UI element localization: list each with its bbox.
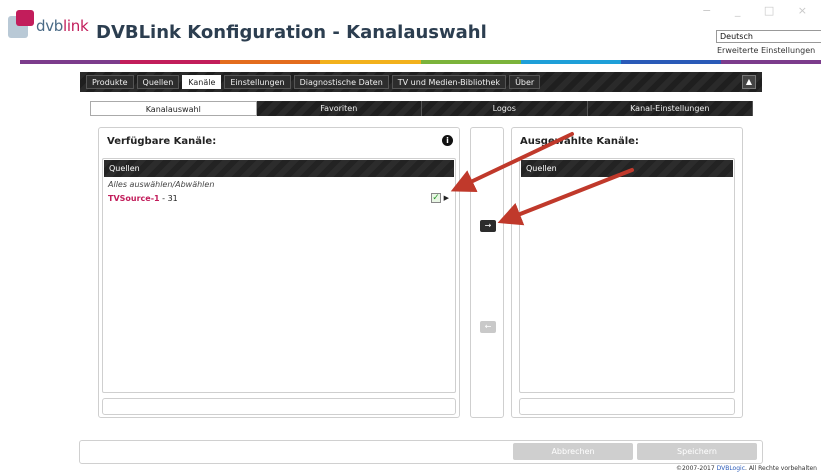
- main-nav: Produkte Quellen Kanäle Einstellungen Di…: [80, 72, 762, 92]
- color-bar-segment: [620, 60, 721, 64]
- tab-favoriten[interactable]: Favoriten: [256, 101, 422, 116]
- color-bar-segment: [20, 60, 121, 64]
- logo-wordmark: dvblink: [36, 17, 89, 35]
- sub-nav: Kanalauswahl Favoriten Logos Kanal-Einst…: [90, 101, 753, 116]
- advanced-settings-link[interactable]: Erweiterte Einstellungen: [717, 46, 815, 55]
- color-bar-segment: [520, 60, 621, 64]
- tab-quellen[interactable]: Quellen: [136, 75, 180, 89]
- select-all-link[interactable]: Alles auswählen/Abwählen: [103, 178, 455, 189]
- page-title: DVBLink Konfiguration - Kanalauswahl: [96, 22, 487, 43]
- tab-tv-medien-bibliothek[interactable]: TV und Medien-Bibliothek: [391, 75, 507, 89]
- tab-ueber[interactable]: Über: [509, 75, 541, 89]
- available-channels-list: Quellen Alles auswählen/Abwählen TVSourc…: [102, 158, 456, 393]
- brand-color-bar: [20, 60, 821, 64]
- checkbox-checked-icon[interactable]: ✓: [431, 193, 441, 203]
- language-select[interactable]: Deutsch: [716, 30, 821, 43]
- right-filter-field[interactable]: [519, 398, 735, 415]
- cancel-button[interactable]: Abbrechen: [513, 443, 633, 460]
- tab-produkte[interactable]: Produkte: [86, 75, 134, 89]
- window-controls[interactable]: − _ □ ×: [702, 4, 817, 17]
- config-window: dvblink DVBLink Konfiguration - Kanalaus…: [0, 0, 821, 474]
- info-icon[interactable]: i: [442, 135, 453, 146]
- tab-kanalauswahl[interactable]: Kanalauswahl: [90, 101, 257, 116]
- transfer-panel: → ←: [470, 127, 504, 418]
- move-right-button[interactable]: →: [480, 220, 496, 232]
- expand-arrow-icon[interactable]: ▶: [444, 194, 449, 202]
- dvblink-logo-icon: [8, 10, 34, 40]
- color-bar-segment: [420, 60, 521, 64]
- color-bar-segment: [220, 60, 321, 64]
- color-bar-segment: [120, 60, 221, 64]
- list-header-sources: Quellen: [521, 160, 733, 177]
- tab-kanal-einstellungen[interactable]: Kanal-Einstellungen: [587, 101, 753, 116]
- source-row[interactable]: TVSource-1 - 31 ✓ ▶: [103, 189, 455, 203]
- source-name[interactable]: TVSource-1: [108, 194, 160, 203]
- tab-diagnostische-daten[interactable]: Diagnostische Daten: [293, 75, 389, 89]
- tab-logos[interactable]: Logos: [422, 101, 588, 116]
- selected-channels-title: Ausgewählte Kanäle:: [520, 136, 639, 147]
- available-channels-title: Verfügbare Kanäle:: [107, 136, 217, 147]
- tab-kanaele[interactable]: Kanäle: [182, 75, 222, 89]
- copyright-text: ©2007-2017 DVBLogic. All Rechte vorbehal…: [675, 465, 817, 472]
- move-left-button[interactable]: ←: [480, 321, 496, 333]
- dvblogic-link[interactable]: DVBLogic: [717, 465, 745, 472]
- left-filter-field[interactable]: [102, 398, 456, 415]
- selected-channels-panel: Ausgewählte Kanäle: Quellen: [511, 127, 743, 418]
- save-button[interactable]: Speichern: [637, 443, 757, 460]
- selected-channels-list: Quellen: [519, 158, 735, 393]
- color-bar-segment: [720, 60, 821, 64]
- available-channels-panel: Verfügbare Kanäle: i Quellen Alles auswä…: [98, 127, 460, 418]
- lock-icon[interactable]: ▲: [742, 75, 756, 89]
- color-bar-segment: [320, 60, 421, 64]
- list-header-sources: Quellen: [104, 160, 454, 177]
- source-count: - 31: [159, 194, 178, 203]
- tab-einstellungen[interactable]: Einstellungen: [224, 75, 291, 89]
